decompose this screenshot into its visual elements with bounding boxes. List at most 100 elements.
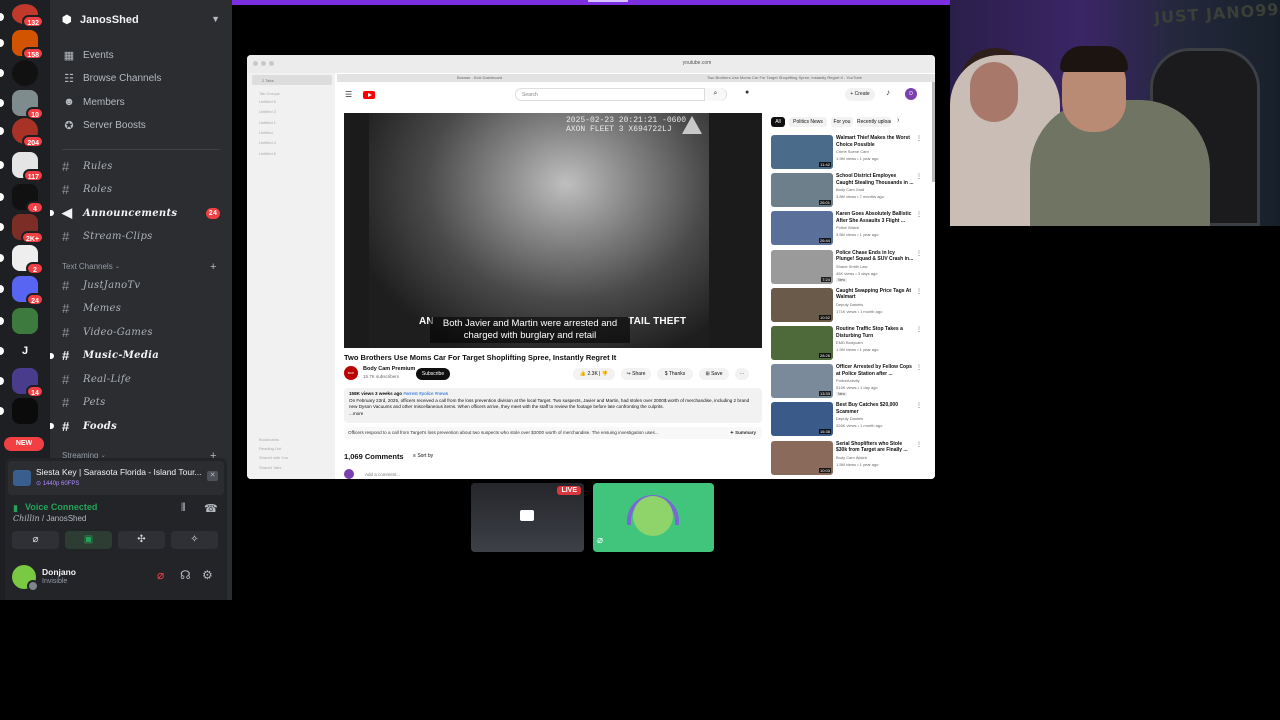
rec-title[interactable]: Walmart Thief Makes the Worst Choice Pos… <box>836 135 914 148</box>
create-button[interactable]: + Create <box>845 88 875 101</box>
save-button[interactable]: ⊞ Save <box>699 368 729 380</box>
voice-channel[interactable]: Chillin / JanosShed <box>13 514 86 523</box>
channel-avatar[interactable]: BCP <box>344 366 358 380</box>
video-player[interactable]: 2025-02-23 20:21:21 -0600 AXON FLEET 3 X6… <box>344 113 762 348</box>
server-icon[interactable] <box>0 60 38 86</box>
rec-channel[interactable]: Deputy Daniels <box>836 416 863 421</box>
category-text-channels[interactable]: Text Channels ⌄ + <box>62 261 216 273</box>
summary-button[interactable]: ✦ Summary <box>730 427 756 439</box>
sidebar-link[interactable]: Shared Tabs <box>259 465 281 470</box>
video-thumbnail[interactable]: 16:38 <box>771 402 833 437</box>
channel-name[interactable]: Body Cam Premium <box>363 366 415 372</box>
tab-group-item[interactable]: Untitled 6 <box>259 151 276 156</box>
rec-channel[interactable]: Shane Smith Law <box>836 264 867 269</box>
more-icon[interactable]: ⋮ <box>916 364 922 371</box>
noise-suppression-icon[interactable]: ⫴ <box>181 502 186 515</box>
stream-tile[interactable]: LIVE <box>471 483 584 552</box>
tab-group-item[interactable]: Untitled 3 <box>259 109 276 114</box>
channel-item[interactable]: # Stream-Clips <box>62 227 153 247</box>
sidebar-link[interactable]: Shared with You <box>259 455 288 460</box>
mic-icon[interactable]: ● <box>745 89 749 96</box>
channel-item[interactable]: # Music-Media <box>50 346 159 366</box>
soundboard-button[interactable]: ✧ <box>171 531 218 549</box>
more-icon[interactable]: ⋮ <box>916 288 922 295</box>
disconnect-icon[interactable]: ☎ <box>204 502 218 515</box>
more-icon[interactable]: ⋯ <box>735 368 749 380</box>
tab-group-item[interactable]: Untitled 5 <box>259 99 276 104</box>
rec-title[interactable]: Police Chase Ends in Icy Plunge! Squad &… <box>836 250 914 263</box>
gear-icon[interactable]: ⚙ <box>202 568 213 582</box>
avatar[interactable] <box>12 565 39 592</box>
rec-channel[interactable]: Crime Scene Cam <box>836 149 869 154</box>
server-icon[interactable]: 14 <box>0 368 44 398</box>
description-more[interactable]: ...more <box>349 411 363 416</box>
channel-item[interactable]: # JustJanoTv <box>62 275 140 295</box>
channel-item[interactable]: # Video-Games <box>62 322 153 342</box>
screen-share-button[interactable]: ▣ <box>65 531 112 549</box>
server-icon[interactable]: 24 <box>0 276 44 306</box>
more-icon[interactable]: ⋮ <box>916 250 922 257</box>
rec-title[interactable]: Best Buy Catches $20,000 Scammer <box>836 402 914 415</box>
activities-button[interactable]: ✣ <box>118 531 165 549</box>
youtube-logo-icon[interactable] <box>363 91 375 99</box>
chevron-down-icon[interactable]: ▼ <box>211 14 220 24</box>
browser-tab[interactable]: Browse - Kick Dashboard <box>457 75 502 81</box>
more-icon[interactable]: ⋮ <box>916 441 922 448</box>
video-description[interactable]: 158K views 3 weeks ago #arrest #police #… <box>344 388 762 423</box>
server-icon[interactable]: 4 <box>0 184 44 214</box>
browser-tab[interactable]: Two Brothers Use Moms Car For Target Sho… <box>707 75 862 81</box>
video-thumbnail[interactable]: 26:44 <box>771 211 833 246</box>
tab-group-item[interactable]: Untitled 1 <box>259 120 276 125</box>
headphones-icon[interactable]: ☊ <box>180 568 191 582</box>
channel-item[interactable]: # Rules <box>62 156 113 176</box>
rec-title[interactable]: Caught Swapping Price Tags At Walmart <box>836 288 914 301</box>
server-icon[interactable]: 117 <box>0 152 44 182</box>
more-icon[interactable]: ⋮ <box>916 211 922 218</box>
chevron-right-icon[interactable]: › <box>897 117 899 124</box>
video-thumbnail[interactable]: 10:52 <box>771 287 833 322</box>
video-thumbnail[interactable]: 11:42 <box>771 135 833 169</box>
signal-icon[interactable]: ▮ <box>13 503 18 514</box>
channel-item[interactable]: ◀ Announcements 24 <box>50 203 220 223</box>
stream-activity[interactable]: Siesta Key | Sarasota Florida - Island T… <box>8 461 224 495</box>
rec-title[interactable]: Karen Goes Absolutely Ballistic After Sh… <box>836 211 914 224</box>
rec-channel[interactable]: Police Watch <box>836 225 859 230</box>
window-dot[interactable] <box>253 61 258 66</box>
sort-button[interactable]: ≡ Sort by <box>413 453 433 459</box>
channel-item[interactable]: # Real-Life <box>62 369 131 389</box>
video-thumbnail[interactable]: 26:01 <box>771 173 833 208</box>
video-thumbnail[interactable]: 28:26 <box>771 326 833 360</box>
rec-title[interactable]: School District Employee Caught Stealing… <box>836 173 914 186</box>
sidebar-link[interactable]: Bookmarks <box>259 437 279 442</box>
server-menu-item[interactable]: ▦ Events <box>62 45 114 65</box>
add-channel-icon[interactable]: + <box>210 261 216 273</box>
chip[interactable]: Politics News <box>789 117 827 127</box>
scrollbar[interactable] <box>932 82 935 182</box>
tab-group-item[interactable]: Untitled <box>259 130 273 135</box>
account-avatar[interactable]: D <box>905 88 917 100</box>
share-button[interactable]: ↪ Share <box>621 368 651 380</box>
thanks-button[interactable]: $ Thanks <box>657 368 693 380</box>
rec-channel[interactable]: Deputy Daniels <box>836 302 863 307</box>
server-icon[interactable] <box>0 308 38 334</box>
bell-icon[interactable]: ♪ <box>886 88 890 97</box>
video-thumbnail[interactable]: 7:24 <box>771 249 833 284</box>
server-icon[interactable]: 132 <box>0 4 44 28</box>
server-icon[interactable]: 158 <box>0 30 44 60</box>
window-dot[interactable] <box>261 61 266 66</box>
server-header[interactable]: ⬢ JanosShed ▼ <box>50 5 232 35</box>
server-icon[interactable]: 2K+ <box>0 214 44 244</box>
server-menu-item[interactable]: ☻ Members <box>62 92 124 112</box>
add-comment-input[interactable]: Add a comment... <box>365 472 400 477</box>
chip[interactable]: For you <box>831 117 853 127</box>
chip[interactable]: All <box>771 117 785 127</box>
search-icon[interactable]: ⌕ <box>704 88 726 101</box>
subscribe-button[interactable]: Subscribe <box>416 368 450 380</box>
like-button[interactable]: 👍 2.3K | 👎 <box>573 368 615 380</box>
video-thumbnail[interactable]: 13:33 <box>771 364 833 399</box>
server-icon[interactable]: 204 <box>0 118 44 148</box>
channel-item[interactable]: # Memes <box>62 299 121 319</box>
rec-channel[interactable]: Body Cam Watch <box>836 455 867 460</box>
server-icon[interactable]: J <box>0 338 38 364</box>
tab-group-item[interactable]: Untitled 4 <box>259 140 276 145</box>
